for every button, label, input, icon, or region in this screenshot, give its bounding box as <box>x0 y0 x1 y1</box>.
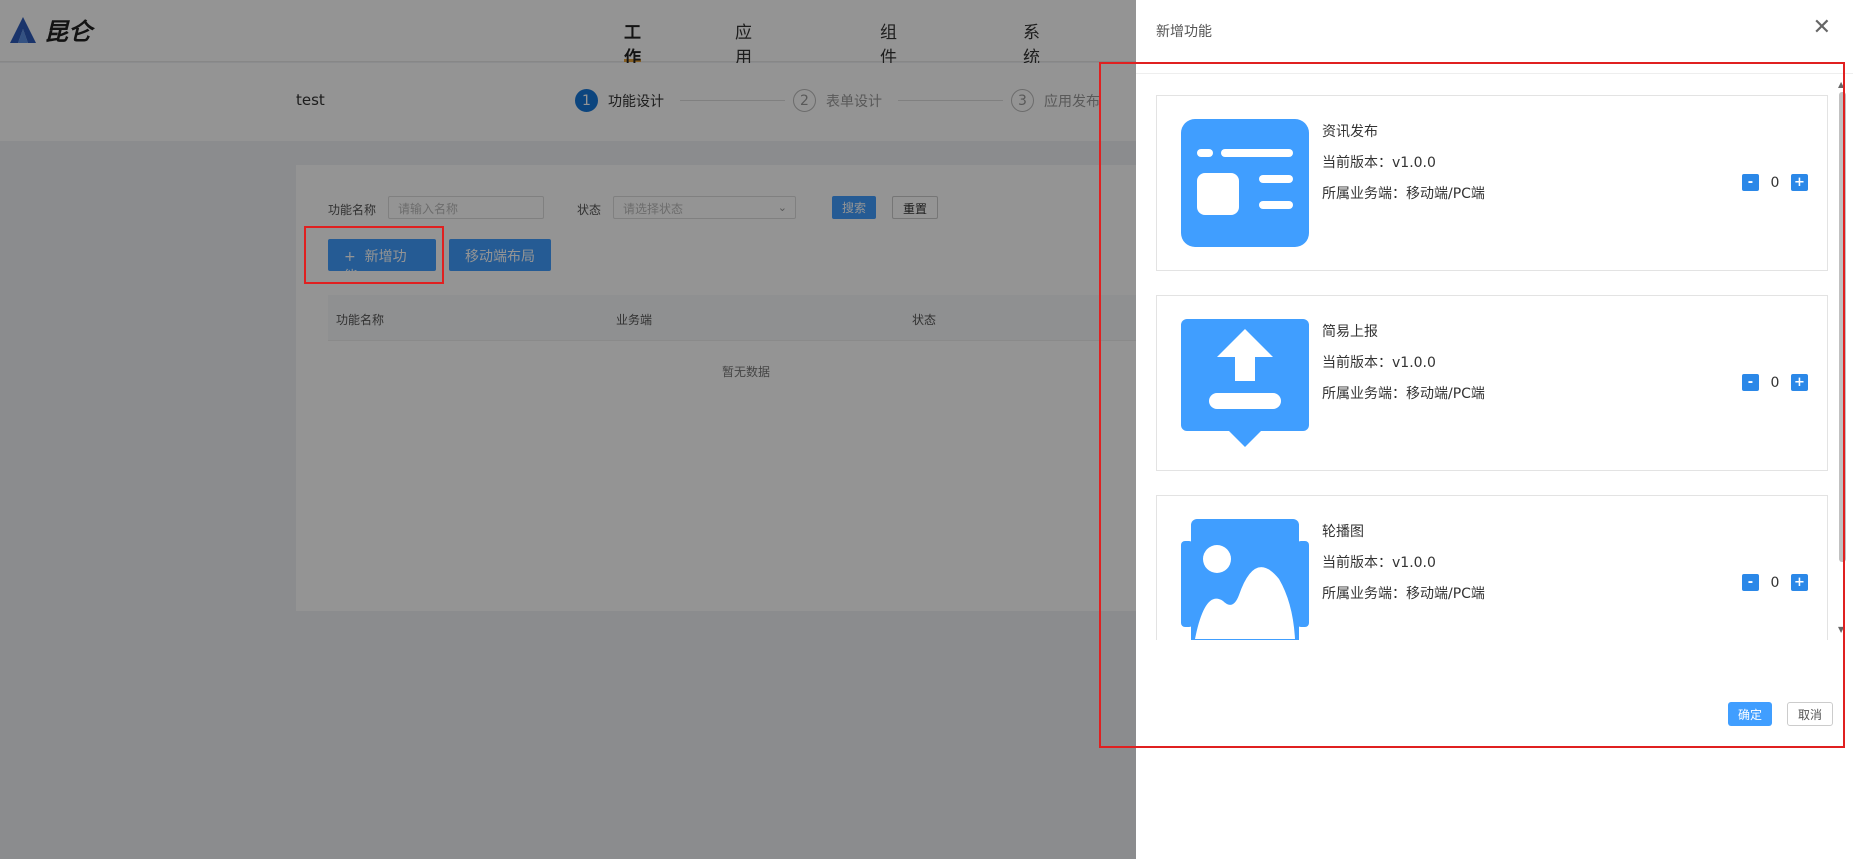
highlight-box-drawer <box>1099 62 1845 748</box>
drawer-title: 新增功能 <box>1156 24 1212 40</box>
highlight-box-add-button <box>304 226 444 284</box>
close-icon[interactable]: ✕ <box>1813 16 1831 40</box>
